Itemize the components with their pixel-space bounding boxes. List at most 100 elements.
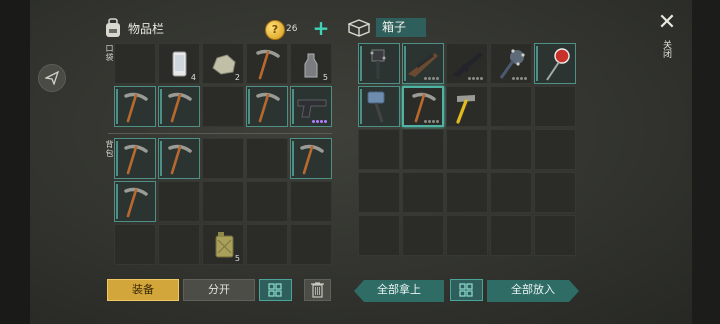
backpack-slot[interactable] (158, 181, 200, 222)
sort-inventory-button[interactable] (259, 279, 292, 301)
backpack-grid: 5 (114, 138, 332, 265)
quality-dots (312, 120, 327, 123)
grid-sort-icon (459, 283, 473, 297)
backpack-slot[interactable] (158, 224, 200, 265)
box-slot[interactable] (358, 86, 400, 127)
box-slot[interactable] (402, 172, 444, 213)
box-slot[interactable] (490, 86, 532, 127)
item-count: 5 (322, 73, 328, 82)
quality-dots (468, 77, 483, 80)
backpack-slot[interactable]: 5 (202, 224, 244, 265)
box-slot[interactable] (534, 86, 576, 127)
pocket-slot[interactable] (202, 86, 244, 127)
pocket-slot[interactable] (290, 86, 332, 127)
item-count: 4 (190, 73, 196, 82)
pickaxe-icon (124, 144, 148, 175)
pickaxe-icon (300, 144, 324, 175)
hammer-icon (456, 95, 475, 124)
box-slot[interactable] (358, 43, 400, 84)
box-slot[interactable] (534, 172, 576, 213)
backpack-slot[interactable] (290, 181, 332, 222)
pocket-slot[interactable] (158, 86, 200, 127)
crate-icon (348, 18, 370, 37)
box-slot[interactable] (358, 129, 400, 170)
equip-button[interactable]: 装备 (107, 279, 179, 301)
sledgehammer-icon (367, 91, 385, 123)
split-button[interactable]: 分开 (183, 279, 255, 301)
backpack-icon (106, 18, 120, 37)
backpack-slot[interactable] (202, 138, 244, 179)
box-slot[interactable] (402, 215, 444, 256)
backpack-slot[interactable] (202, 181, 244, 222)
backpack-slot[interactable] (158, 138, 200, 179)
pickaxe-icon (124, 187, 148, 218)
box-header: 箱子 (348, 18, 427, 37)
trash-icon (311, 282, 324, 298)
grid-sort-icon (268, 283, 282, 297)
box-title: 箱子 (376, 18, 427, 37)
stop-sign-icon (546, 48, 570, 81)
pickaxe-icon (256, 49, 280, 80)
backpack-slot[interactable] (290, 224, 332, 265)
box-slot[interactable] (534, 43, 576, 84)
box-slot[interactable] (490, 172, 532, 213)
pocket-slot[interactable]: 2 (202, 43, 244, 84)
section-divider (108, 133, 332, 134)
box-slot[interactable] (446, 86, 488, 127)
coin-icon: ? (265, 20, 285, 40)
box-slot[interactable] (446, 172, 488, 213)
send-icon (45, 71, 59, 85)
coin-count: 26 (286, 24, 298, 34)
backpack-slot[interactable] (114, 181, 156, 222)
quality-dots (424, 77, 439, 80)
pocket-slot[interactable] (246, 86, 288, 127)
quality-dots (512, 77, 527, 80)
spiked-mace-icon (370, 49, 386, 79)
backpack-slot[interactable] (290, 138, 332, 179)
pickaxe-icon (168, 92, 192, 123)
box-slot[interactable] (402, 129, 444, 170)
box-slot[interactable] (490, 43, 532, 84)
pocket-slot[interactable]: 4 (158, 43, 200, 84)
close-label[interactable]: 关闭 (660, 40, 673, 58)
backpack-slot[interactable] (246, 224, 288, 265)
take-all-button[interactable]: 全部拿上 (354, 280, 444, 302)
left-edge (0, 0, 30, 324)
pocket-slot[interactable] (114, 43, 156, 84)
backpack-slot[interactable] (246, 138, 288, 179)
backpack-slot[interactable] (114, 224, 156, 265)
quality-dots (424, 120, 439, 123)
backpack-slot[interactable] (114, 138, 156, 179)
pocket-slot[interactable] (114, 86, 156, 127)
close-icon[interactable]: ✕ (656, 12, 678, 34)
pocket-slot[interactable]: 5 (290, 43, 332, 84)
box-slot[interactable] (534, 215, 576, 256)
box-grid (358, 43, 576, 256)
backpack-slot[interactable] (246, 181, 288, 222)
right-edge (692, 0, 720, 324)
item-count: 5 (234, 254, 240, 263)
pickaxe-icon (124, 92, 148, 123)
add-coins-button[interactable]: + (312, 18, 330, 38)
pocket-slot[interactable] (246, 43, 288, 84)
box-slot[interactable] (446, 215, 488, 256)
put-all-button[interactable]: 全部放入 (487, 280, 579, 302)
inventory-header: 物品栏 (104, 18, 164, 38)
box-slot[interactable] (446, 43, 488, 84)
box-slot[interactable] (446, 129, 488, 170)
inventory-title: 物品栏 (128, 21, 165, 36)
box-slot[interactable] (402, 43, 444, 84)
box-slot[interactable] (490, 215, 532, 256)
share-button[interactable] (38, 64, 66, 92)
box-slot[interactable] (490, 129, 532, 170)
box-slot[interactable] (402, 86, 444, 127)
pockets-grid: 4 2 5 (114, 43, 332, 127)
box-slot[interactable] (358, 215, 400, 256)
pickaxe-icon (256, 92, 280, 123)
box-slot[interactable] (534, 129, 576, 170)
sort-box-button[interactable] (450, 279, 483, 301)
pickaxe-icon (168, 144, 192, 175)
box-slot[interactable] (358, 172, 400, 213)
trash-button[interactable] (304, 279, 331, 301)
item-count: 2 (234, 73, 240, 82)
